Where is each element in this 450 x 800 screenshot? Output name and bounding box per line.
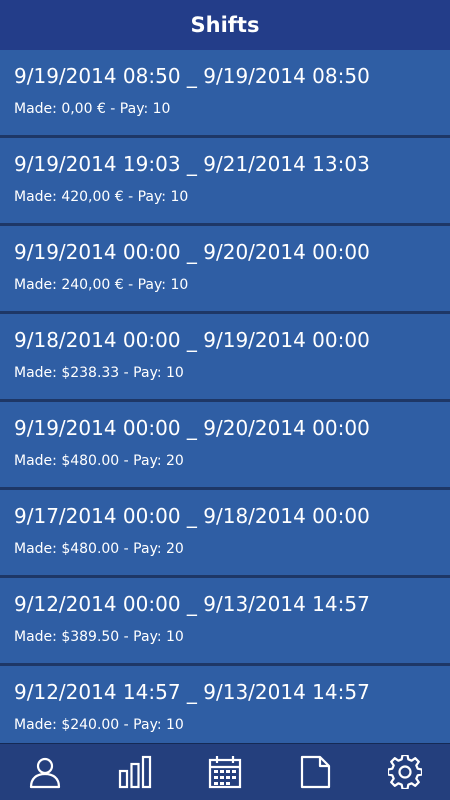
shift-row[interactable]: 9/17/2014 00:00 _ 9/18/2014 00:00 Made: … [0, 490, 450, 578]
calendar-icon [208, 756, 242, 789]
shift-list[interactable]: 9/19/2014 08:50 _ 9/19/2014 08:50 Made: … [0, 50, 450, 744]
tab-calendar[interactable] [195, 744, 255, 800]
app-header: Shifts [0, 0, 450, 50]
shift-earnings: Made: 240,00 € - Pay: 10 [14, 277, 189, 293]
shift-row[interactable]: 9/18/2014 00:00 _ 9/19/2014 00:00 Made: … [0, 314, 450, 402]
shift-date-range: 9/19/2014 08:50 _ 9/19/2014 08:50 [14, 64, 370, 88]
shift-earnings: Made: 420,00 € - Pay: 10 [14, 189, 189, 205]
shift-date-range: 9/19/2014 00:00 _ 9/20/2014 00:00 [14, 240, 370, 264]
shift-date-range: 9/19/2014 00:00 _ 9/20/2014 00:00 [14, 416, 370, 440]
shift-row[interactable]: 9/19/2014 00:00 _ 9/20/2014 00:00 Made: … [0, 402, 450, 490]
shift-date-range: 9/12/2014 00:00 _ 9/13/2014 14:57 [14, 592, 370, 616]
gear-icon [388, 755, 422, 789]
shift-row[interactable]: 9/12/2014 14:57 _ 9/13/2014 14:57 Made: … [0, 666, 450, 744]
shift-earnings: Made: $238.33 - Pay: 10 [14, 365, 184, 381]
bottom-tab-bar [0, 743, 450, 800]
shift-earnings: Made: 0,00 € - Pay: 10 [14, 101, 171, 117]
shift-row[interactable]: 9/19/2014 19:03 _ 9/21/2014 13:03 Made: … [0, 138, 450, 226]
shift-earnings: Made: $389.50 - Pay: 10 [14, 629, 184, 645]
shift-earnings: Made: $240.00 - Pay: 10 [14, 717, 184, 733]
tab-reports[interactable] [285, 744, 345, 800]
page-title: Shifts [190, 13, 260, 37]
shift-date-range: 9/19/2014 19:03 _ 9/21/2014 13:03 [14, 152, 370, 176]
person-icon [29, 757, 61, 789]
shift-row[interactable]: 9/19/2014 08:50 _ 9/19/2014 08:50 Made: … [0, 50, 450, 138]
shift-row[interactable]: 9/19/2014 00:00 _ 9/20/2014 00:00 Made: … [0, 226, 450, 314]
tab-statistics[interactable] [105, 744, 165, 800]
shift-date-range: 9/18/2014 00:00 _ 9/19/2014 00:00 [14, 328, 370, 352]
bar-chart-icon [118, 755, 152, 789]
shift-earnings: Made: $480.00 - Pay: 20 [14, 453, 184, 469]
tab-profile[interactable] [15, 744, 75, 800]
shift-earnings: Made: $480.00 - Pay: 20 [14, 541, 184, 557]
shift-row[interactable]: 9/12/2014 00:00 _ 9/13/2014 14:57 Made: … [0, 578, 450, 666]
document-icon [300, 755, 331, 789]
app-window: Shifts 9/19/2014 08:50 _ 9/19/2014 08:50… [0, 0, 450, 800]
tab-settings[interactable] [375, 744, 435, 800]
shift-date-range: 9/17/2014 00:00 _ 9/18/2014 00:00 [14, 504, 370, 528]
shift-date-range: 9/12/2014 14:57 _ 9/13/2014 14:57 [14, 680, 370, 704]
